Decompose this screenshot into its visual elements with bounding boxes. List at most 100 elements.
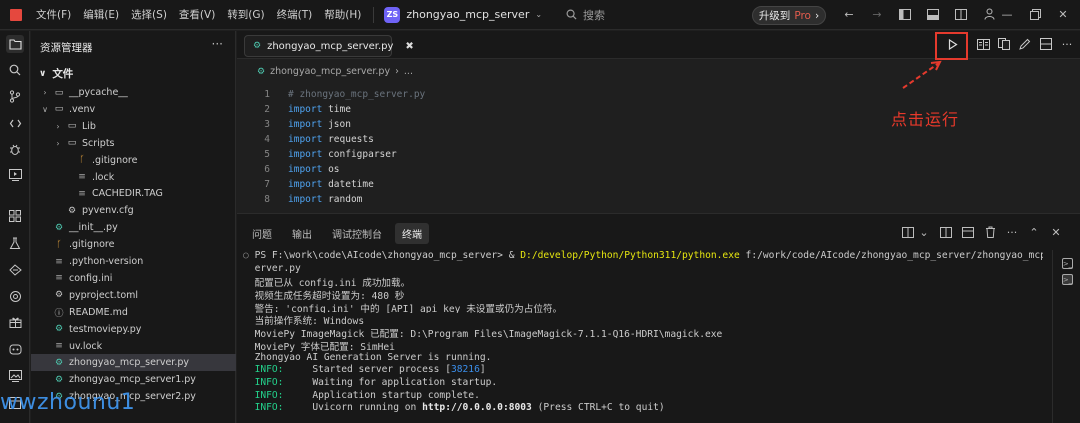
restore-icon[interactable] — [1028, 7, 1042, 21]
maximize-panel-icon[interactable]: ⌃ — [1028, 226, 1040, 239]
file-tree-item[interactable]: ⚙ pyproject.toml — [31, 287, 236, 304]
file-tree-item[interactable]: › ▭ Scripts — [31, 135, 236, 152]
source-control-icon[interactable] — [7, 88, 23, 104]
file-tree-item[interactable]: ≡ .python-version — [31, 253, 236, 270]
more-actions-icon[interactable]: ··· — [212, 37, 223, 51]
file-tree-label: __pycache__ — [69, 87, 128, 98]
debug-icon[interactable] — [7, 141, 23, 157]
split-terminal-icon[interactable] — [940, 226, 952, 238]
file-tree-item[interactable]: ≡ CACHEDIR.TAG — [31, 185, 236, 202]
file-tree-item[interactable]: ≡ uv.lock — [31, 338, 236, 355]
menu-terminal[interactable]: 终端(T) — [277, 7, 313, 22]
more-actions-icon[interactable]: ··· — [1006, 226, 1018, 239]
menu-selection[interactable]: 选择(S) — [131, 7, 167, 22]
file-tree-item[interactable]: ⚙ pyvenv.cfg — [31, 202, 236, 219]
terminal-line: MoviePy 字体已配置: SimHei — [243, 339, 1043, 352]
testing-flask-icon[interactable] — [7, 235, 23, 251]
code-line: 3 import json — [237, 119, 351, 134]
file-tree-item[interactable]: ᚴ .gitignore — [31, 152, 236, 169]
deploy-icon[interactable] — [7, 262, 23, 278]
terminal-layout-icon[interactable] — [962, 226, 974, 238]
file-tree-item[interactable]: › ▭ Lib — [31, 118, 236, 135]
file-tree-item[interactable]: › ▭ __pycache__ — [31, 84, 236, 101]
file-tree-item[interactable]: ⚙ __init__.py — [31, 219, 236, 236]
forward-arrow-icon[interactable]: → — [870, 7, 884, 21]
close-tab-icon[interactable]: ✖ — [405, 41, 413, 52]
file-tree-item[interactable]: ≡ config.ini — [31, 270, 236, 287]
file-tree-item[interactable]: ⚙ zhongyao_mcp_server.py — [31, 354, 236, 372]
divider — [373, 6, 375, 23]
close-panel-icon[interactable]: ✕ — [1050, 226, 1062, 239]
edit-pencil-icon[interactable] — [1018, 37, 1032, 51]
files-section-header[interactable]: ∨ 文件 — [39, 66, 73, 81]
log-text: Waiting for application startup. — [312, 376, 498, 388]
python-icon: ⚙ — [54, 222, 64, 233]
back-arrow-icon[interactable]: ← — [842, 7, 856, 21]
app-logo-icon — [10, 8, 22, 21]
terminal-output[interactable]: ○ PS F:\work\code\AIcode\zhongyao_mcp_se… — [243, 250, 1043, 415]
tab-problems[interactable]: 问题 — [245, 223, 279, 244]
toggle-secondary-sidebar-icon[interactable] — [954, 7, 968, 21]
terminal-line: 视频生成任务超时设置为: 480 秒 — [243, 288, 1043, 301]
log-text: ] — [479, 364, 486, 376]
minimize-icon[interactable]: — — [1000, 7, 1014, 21]
file-tree-label: .gitignore — [92, 154, 138, 166]
search-box[interactable]: 搜索 — [566, 7, 605, 23]
split-editor-icon[interactable] — [1039, 37, 1053, 51]
search-icon[interactable] — [7, 62, 23, 78]
editor-tab-zhongyao-mcp-server[interactable]: ⚙ zhongyao_mcp_server.py ✖ — [244, 35, 414, 57]
file-tree-item[interactable]: ⓘ README.md — [31, 304, 236, 321]
tab-debug-console[interactable]: 调试控制台 — [325, 223, 389, 244]
log-text: 警告: 'config.ini' 中的 [API] api_key 未设置或仍为… — [254, 303, 563, 314]
extensions-icon[interactable] — [7, 208, 23, 224]
settings-sync-icon[interactable] — [7, 288, 23, 304]
code-keyword: import — [288, 164, 323, 175]
breadcrumb-file[interactable]: zhongyao_mcp_server.py — [270, 66, 390, 77]
file-tree-item[interactable]: ᚴ .gitignore — [31, 236, 236, 253]
project-switcher[interactable]: ZS zhongyao_mcp_server ⌄ — [384, 6, 543, 23]
menu-help[interactable]: 帮助(H) — [324, 7, 361, 22]
server-url-link[interactable]: http://0.0.0.0:8003 — [422, 402, 532, 413]
open-preview-icon[interactable] — [976, 37, 990, 51]
info-label: INFO: — [254, 389, 284, 401]
tab-terminal[interactable]: 终端 — [395, 223, 429, 244]
file-tree-label: Lib — [82, 120, 96, 132]
explorer-icon[interactable] — [6, 35, 24, 53]
menu-edit[interactable]: 编辑(E) — [83, 7, 119, 22]
ai-agent-icon[interactable] — [7, 341, 23, 357]
menu-go[interactable]: 转到(G) — [227, 7, 264, 22]
gift-icon[interactable] — [7, 314, 23, 330]
file-tree-item[interactable]: ∨ ▭ .venv — [31, 101, 236, 118]
toggle-panel-icon[interactable] — [926, 7, 940, 21]
file-tree-item[interactable]: ⚙ zhongyao_mcp_server1.py — [31, 371, 236, 388]
breadcrumb-more[interactable]: ... — [404, 66, 413, 77]
compare-icon[interactable] — [997, 37, 1011, 51]
close-icon[interactable]: ✕ — [1056, 7, 1070, 21]
trash-icon[interactable] — [984, 226, 996, 238]
folder-icon: ▭ — [54, 87, 64, 98]
file-tree-item[interactable]: ⚙ testmoviepy.py — [31, 321, 236, 338]
chevron-down-icon[interactable]: ⌄ — [918, 226, 930, 239]
menu-view[interactable]: 查看(V) — [179, 7, 215, 22]
image-panel-icon[interactable] — [7, 368, 23, 384]
menu-file[interactable]: 文件(F) — [36, 7, 71, 22]
terminal-instance-icon[interactable]: >_ — [1062, 258, 1073, 269]
tab-output[interactable]: 输出 — [285, 223, 319, 244]
file-tree-item[interactable]: ≡ .lock — [31, 169, 236, 186]
more-actions-icon[interactable]: ··· — [1060, 37, 1074, 51]
new-terminal-icon[interactable] — [902, 226, 914, 238]
file-icon: ≡ — [55, 256, 63, 267]
terminal-list: >_ >_ — [1052, 250, 1080, 423]
remote-icon[interactable] — [7, 115, 23, 131]
run-panel-icon[interactable] — [7, 167, 23, 183]
terminal-instance-icon[interactable]: >_ — [1062, 274, 1073, 285]
account-icon[interactable] — [982, 7, 996, 21]
file-tree-label: pyproject.toml — [69, 289, 139, 301]
project-name: zhongyao_mcp_server — [406, 8, 530, 21]
upgrade-pro-button[interactable]: 升级到 Pro › — [752, 6, 826, 25]
terminal-line: 配置已从 config.ini 成功加载。 — [243, 275, 1043, 288]
chevron-down-icon: ∨ — [39, 68, 47, 79]
chevron-down-icon: ⌄ — [535, 10, 543, 19]
tab-label: zhongyao_mcp_server.py — [267, 40, 394, 52]
toggle-sidebar-icon[interactable] — [898, 7, 912, 21]
